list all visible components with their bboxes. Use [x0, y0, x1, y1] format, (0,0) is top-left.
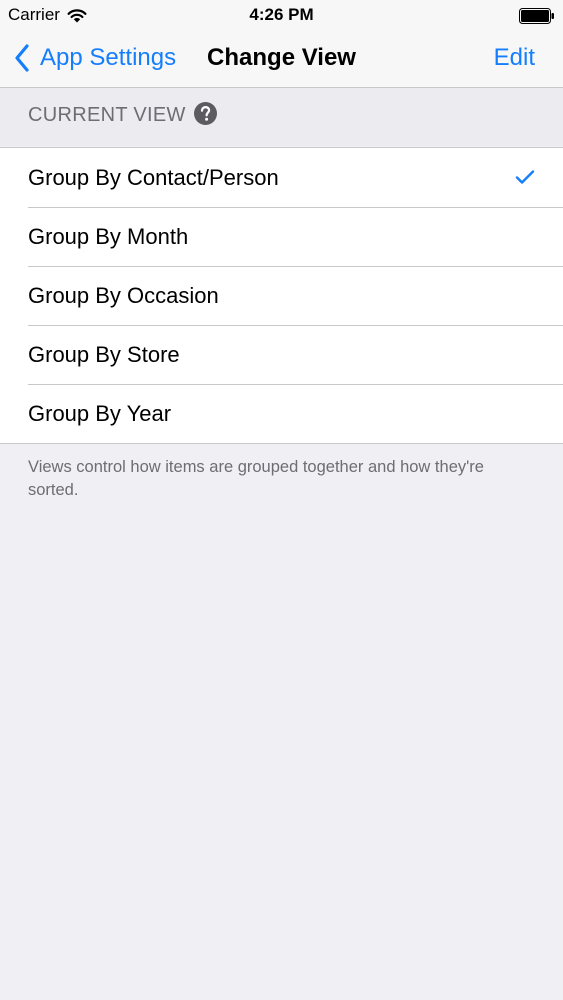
battery-icon [519, 8, 554, 24]
list-item-label: Group By Year [28, 401, 172, 426]
status-bar: Carrier 4:26 PM [0, 0, 563, 30]
navigation-bar: App Settings Change View Edit [0, 30, 563, 88]
list-item-group-by-store[interactable]: Group By Store [0, 325, 563, 384]
status-time: 4:26 PM [249, 5, 314, 24]
section-header: CURRENT VIEW [0, 88, 563, 146]
list-item-group-by-month[interactable]: Group By Month [0, 207, 563, 266]
chevron-left-icon [15, 44, 29, 72]
list-item-group-by-year[interactable]: Group By Year [0, 384, 563, 443]
checkmark-icon [515, 170, 535, 184]
section-header-label: CURRENT VIEW [28, 104, 186, 126]
list-item-label: Group By Occasion [28, 283, 219, 308]
list-item-label: Group By Store [28, 342, 180, 367]
edit-button[interactable]: Edit [494, 44, 535, 72]
back-button-label: App Settings [40, 44, 177, 71]
question-circle-icon[interactable] [194, 102, 217, 125]
list-item-group-by-occasion[interactable]: Group By Occasion [0, 266, 563, 325]
list-item-label: Group By Contact/Person [28, 165, 279, 190]
list-item-label: Group By Month [28, 224, 189, 249]
view-options-list: Group By Contact/Person Group By Month G… [0, 147, 563, 444]
section-footer-note: Views control how items are grouped toge… [28, 458, 484, 499]
back-button[interactable]: App Settings [14, 42, 176, 74]
list-item-group-by-contact-person[interactable]: Group By Contact/Person [0, 148, 563, 207]
